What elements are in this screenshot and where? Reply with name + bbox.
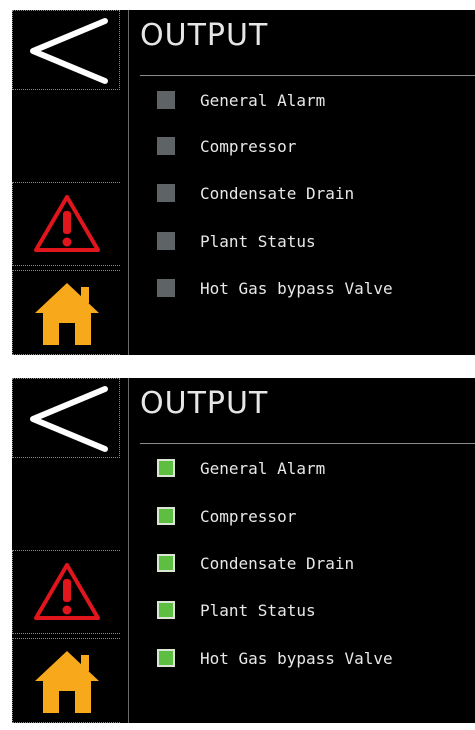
output-indicator [157, 232, 175, 250]
output-row-general-alarm: General Alarm [157, 456, 325, 480]
home-icon [34, 650, 99, 713]
chevron-left-icon [30, 386, 108, 452]
output-row-plant-status: Plant Status [157, 598, 316, 622]
output-indicator [157, 649, 175, 667]
alarm-button[interactable] [12, 182, 120, 266]
output-row-condensate-drain: Condensate Drain [157, 181, 354, 205]
output-row-general-alarm: General Alarm [157, 88, 325, 112]
output-row-compressor: Compressor [157, 134, 296, 158]
output-label: Plant Status [200, 600, 316, 620]
output-indicator [157, 279, 175, 297]
output-indicator [157, 507, 175, 525]
output-screen-on: OUTPUT General Alarm Compressor Condensa… [12, 378, 475, 723]
vertical-divider [128, 10, 129, 355]
output-indicator [157, 601, 175, 619]
output-indicator [157, 184, 175, 202]
page-title: OUTPUT [140, 18, 269, 53]
vertical-divider [128, 378, 129, 723]
output-label: Plant Status [200, 231, 316, 251]
back-button[interactable] [12, 10, 120, 90]
warning-triangle-icon [33, 195, 100, 252]
output-screen-off: OUTPUT General Alarm Compressor Condensa… [12, 10, 475, 355]
output-row-condensate-drain: Condensate Drain [157, 551, 354, 575]
output-row-plant-status: Plant Status [157, 229, 316, 253]
output-row-compressor: Compressor [157, 504, 296, 528]
page-title: OUTPUT [140, 386, 269, 421]
output-indicator [157, 459, 175, 477]
warning-triangle-icon [33, 563, 100, 620]
output-label: Hot Gas bypass Valve [200, 648, 393, 668]
chevron-left-icon [30, 18, 108, 84]
title-divider [140, 75, 475, 76]
output-label: Hot Gas bypass Valve [200, 278, 393, 298]
output-indicator [157, 91, 175, 109]
output-indicator [157, 554, 175, 572]
output-indicator [157, 137, 175, 155]
back-button[interactable] [12, 378, 120, 458]
output-label: General Alarm [200, 90, 326, 110]
home-icon [34, 282, 99, 345]
output-row-hot-gas-bypass-valve: Hot Gas bypass Valve [157, 276, 393, 300]
output-row-hot-gas-bypass-valve: Hot Gas bypass Valve [157, 646, 393, 670]
home-button[interactable] [12, 270, 120, 355]
title-divider [140, 443, 475, 444]
home-button[interactable] [12, 638, 120, 723]
alarm-button[interactable] [12, 550, 120, 634]
output-label: General Alarm [200, 458, 326, 478]
output-label: Condensate Drain [200, 553, 355, 573]
output-label: Condensate Drain [200, 183, 355, 203]
output-label: Compressor [200, 136, 297, 156]
output-label: Compressor [200, 506, 297, 526]
